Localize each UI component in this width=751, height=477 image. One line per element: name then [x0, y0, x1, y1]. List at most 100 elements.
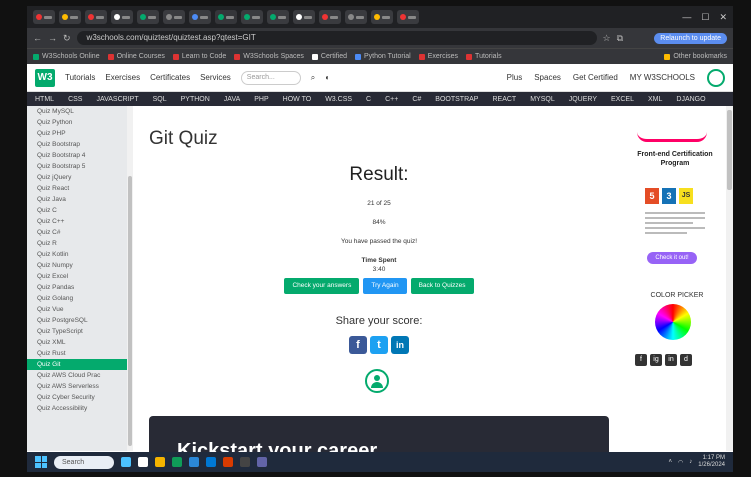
store-icon[interactable]	[206, 457, 216, 467]
relaunch-button[interactable]: Relaunch to update	[654, 32, 727, 44]
extensions-icon[interactable]: ⧉	[617, 33, 623, 44]
topic-link[interactable]: W3.CSS	[325, 96, 352, 103]
menu-certificates[interactable]: Certificates	[150, 73, 190, 82]
sidebar-item[interactable]: Quiz R	[27, 238, 127, 249]
teams-icon[interactable]	[257, 457, 267, 467]
try-again-button[interactable]: Try Again	[363, 278, 407, 294]
sidebar-item[interactable]: Quiz C++	[27, 216, 127, 227]
bookmark[interactable]: Python Tutorial	[355, 53, 411, 60]
user-avatar[interactable]	[707, 68, 725, 87]
sidebar-item[interactable]: Quiz Vue	[27, 304, 127, 315]
link-get-certified[interactable]: Get Certified	[573, 73, 618, 82]
topic-link[interactable]: REACT	[492, 96, 516, 103]
site-search-input[interactable]: Search...	[240, 70, 301, 85]
file-explorer-icon[interactable]	[155, 457, 165, 467]
twitter-icon[interactable]: t	[370, 336, 388, 354]
close-icon[interactable]: ✕	[719, 12, 727, 23]
sidebar-item[interactable]: Quiz TypeScript	[27, 326, 127, 337]
bookmark[interactable]: Online Courses	[107, 53, 165, 60]
browser-tab[interactable]	[319, 10, 341, 24]
terminal-icon[interactable]	[240, 457, 250, 467]
sidebar-item[interactable]: Quiz Numpy	[27, 260, 127, 271]
sidebar-item[interactable]: Quiz Kotlin	[27, 249, 127, 260]
browser-tab[interactable]	[85, 10, 107, 24]
topic-link[interactable]: XML	[648, 96, 662, 103]
sidebar-item[interactable]: Quiz Cyber Security	[27, 392, 127, 403]
edge-icon[interactable]	[189, 457, 199, 467]
bookmark[interactable]: Tutorials	[466, 53, 502, 60]
check-answers-button[interactable]: Check your answers	[284, 278, 360, 294]
link-plus[interactable]: Plus	[507, 73, 523, 82]
widgets-icon[interactable]	[121, 457, 131, 467]
link-spaces[interactable]: Spaces	[534, 73, 561, 82]
color-wheel-icon[interactable]	[655, 304, 691, 340]
bookmark[interactable]: Learn to Code	[172, 53, 226, 60]
topic-link[interactable]: BOOTSTRAP	[435, 96, 478, 103]
wifi-icon[interactable]: ◠	[678, 459, 683, 466]
browser-tab[interactable]	[189, 10, 211, 24]
bookmark[interactable]: Exercises	[418, 53, 458, 60]
facebook-icon[interactable]: f	[349, 336, 367, 354]
clock[interactable]: 1:17 PM 1/26/2024	[698, 455, 725, 469]
sidebar-item[interactable]: Quiz AWS Cloud Prac	[27, 370, 127, 381]
sidebar-item[interactable]: Quiz Golang	[27, 293, 127, 304]
sidebar-item[interactable]: Quiz AWS Serverless	[27, 381, 127, 392]
topic-link[interactable]: JAVA	[224, 96, 240, 103]
linkedin-icon[interactable]: in	[665, 354, 677, 366]
sidebar-item[interactable]: Quiz Python	[27, 117, 127, 128]
link-my-w3schools[interactable]: MY W3SCHOOLS	[630, 73, 695, 82]
sidebar-item[interactable]: Quiz Excel	[27, 271, 127, 282]
page-scrollbar[interactable]	[726, 106, 733, 451]
maximize-icon[interactable]: ☐	[701, 12, 709, 23]
topic-link[interactable]: PYTHON	[181, 96, 210, 103]
topic-link[interactable]: CSS	[68, 96, 82, 103]
browser-tab[interactable]	[293, 10, 315, 24]
chrome-icon[interactable]	[172, 457, 182, 467]
browser-tab[interactable]	[371, 10, 393, 24]
other-bookmarks[interactable]: Other bookmarks	[664, 53, 727, 60]
task-view-icon[interactable]	[138, 457, 148, 467]
browser-tab-active[interactable]	[215, 10, 237, 24]
sidebar-item[interactable]: Quiz C#	[27, 227, 127, 238]
sidebar-item[interactable]: Quiz Rust	[27, 348, 127, 359]
topic-link[interactable]: MYSQL	[530, 96, 555, 103]
sidebar-item[interactable]: Quiz Java	[27, 194, 127, 205]
menu-exercises[interactable]: Exercises	[105, 73, 140, 82]
page-scroll-thumb[interactable]	[727, 110, 732, 190]
star-icon[interactable]: ☆	[603, 33, 611, 44]
facebook-icon[interactable]: f	[635, 354, 647, 366]
topic-link[interactable]: JQUERY	[569, 96, 597, 103]
topic-link[interactable]: PHP	[254, 96, 268, 103]
theme-toggle-icon[interactable]: ◐	[325, 73, 330, 82]
topic-link[interactable]: SQL	[153, 96, 167, 103]
sidebar-item[interactable]: Quiz Accessibility	[27, 403, 127, 414]
minimize-icon[interactable]: —	[682, 12, 691, 23]
reload-icon[interactable]: ↻	[63, 33, 71, 44]
instagram-icon[interactable]: ig	[650, 354, 662, 366]
search-icon[interactable]: ⌕	[311, 73, 315, 83]
browser-tab[interactable]	[33, 10, 55, 24]
back-icon[interactable]: ←	[33, 33, 42, 43]
sidebar-scroll-thumb[interactable]	[128, 176, 132, 446]
bookmark[interactable]: Certified	[311, 53, 347, 60]
bookmark[interactable]: W3Schools Spaces	[234, 53, 304, 60]
sidebar-item[interactable]: Quiz Git	[27, 359, 127, 370]
sidebar-item[interactable]: Quiz Bootstrap	[27, 139, 127, 150]
menu-services[interactable]: Services	[200, 73, 231, 82]
browser-tab[interactable]	[397, 10, 419, 24]
discord-icon[interactable]: d	[680, 354, 692, 366]
browser-tab[interactable]	[137, 10, 159, 24]
sidebar-item[interactable]: Quiz MySQL	[27, 106, 127, 117]
profile-avatar-icon[interactable]	[365, 369, 389, 393]
menu-tutorials[interactable]: Tutorials	[65, 73, 95, 82]
bookmark[interactable]: W3Schools Online	[33, 53, 100, 60]
chevron-up-icon[interactable]: ˄	[669, 459, 673, 465]
topic-link[interactable]: JAVASCRIPT	[96, 96, 138, 103]
sidebar-item[interactable]: Quiz React	[27, 183, 127, 194]
taskbar-search[interactable]: Search	[54, 455, 114, 469]
topic-link[interactable]: C#	[412, 96, 421, 103]
forward-icon[interactable]: →	[48, 33, 57, 43]
sidebar-item[interactable]: Quiz C	[27, 205, 127, 216]
topic-link[interactable]: EXCEL	[611, 96, 634, 103]
topic-link[interactable]: C++	[385, 96, 398, 103]
